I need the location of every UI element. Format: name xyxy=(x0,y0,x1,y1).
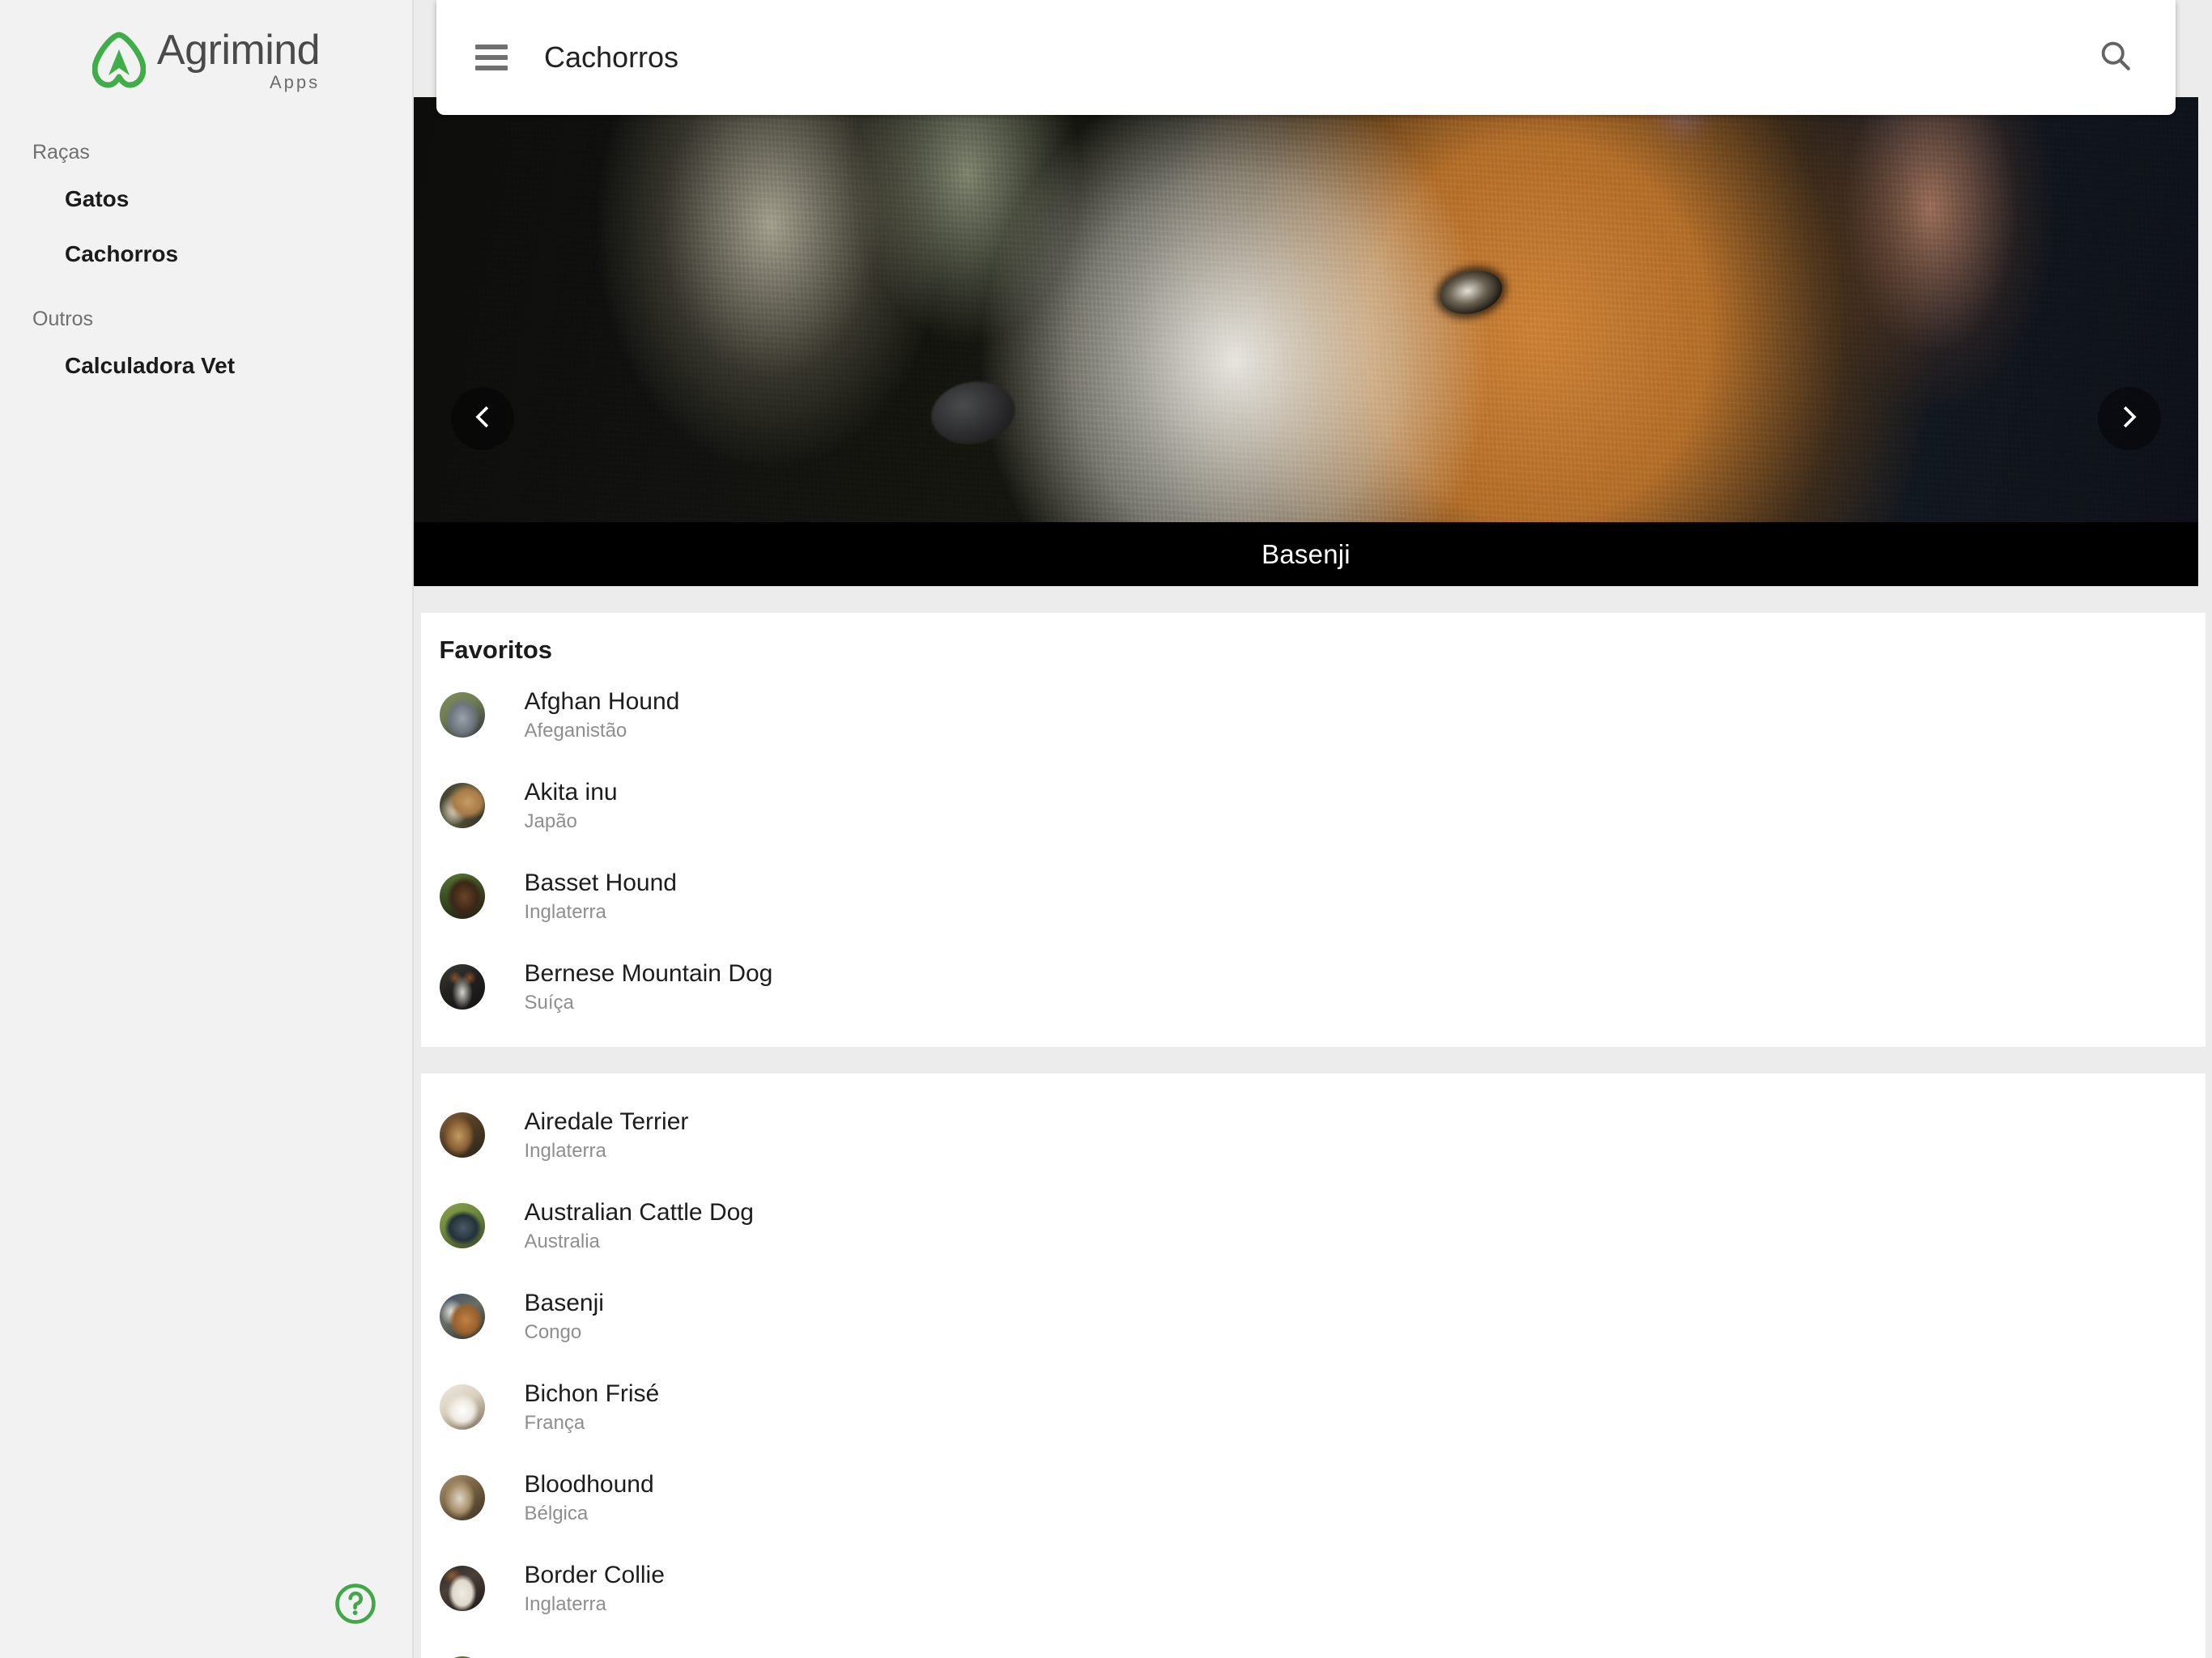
brand-subtitle: Apps xyxy=(269,71,321,92)
breed-scroll-area[interactable]: Favoritos Afghan Hound Afeganistão Akita… xyxy=(414,586,2212,1658)
app-root: Agrimind Apps Raças Gatos Cachorros Outr… xyxy=(0,0,2212,1658)
breed-name: Bernese Mountain Dog xyxy=(524,959,773,987)
table-row[interactable]: Border Collie Inglaterra xyxy=(421,1543,2206,1634)
sidebar: Agrimind Apps Raças Gatos Cachorros Outr… xyxy=(0,0,414,1658)
help-circle-icon[interactable] xyxy=(332,1580,379,1627)
breed-name: Akita inu xyxy=(524,778,618,806)
avatar xyxy=(439,1475,485,1520)
avatar xyxy=(439,692,485,738)
search-icon xyxy=(2097,37,2134,79)
nav-group-label-racas: Raças xyxy=(32,141,90,164)
table-row[interactable]: Basenji Congo xyxy=(421,1271,2206,1362)
carousel-next-button[interactable] xyxy=(2098,387,2161,450)
table-row[interactable]: Bichon Frisé França xyxy=(421,1362,2206,1452)
table-row[interactable]: Borzoi xyxy=(421,1634,2206,1658)
brand-logo[interactable]: Agrimind Apps xyxy=(0,0,412,91)
avatar xyxy=(439,1566,485,1611)
breed-origin: Inglaterra xyxy=(524,1140,606,1163)
avatar xyxy=(439,1384,485,1430)
avatar xyxy=(439,783,485,828)
table-row[interactable]: Airedale Terrier Inglaterra xyxy=(421,1090,2206,1180)
search-button[interactable] xyxy=(2091,33,2140,82)
sidebar-item-cachorros[interactable]: Cachorros xyxy=(0,227,412,282)
breed-origin: Inglaterra xyxy=(524,1593,606,1616)
app-top-bar: Cachorros xyxy=(436,0,2176,115)
table-row[interactable]: Afghan Hound Afeganistão xyxy=(421,670,2206,760)
breed-origin: Australia xyxy=(524,1231,600,1253)
chevron-left-icon xyxy=(469,403,496,435)
main-content: Basenji Cachorros Favoritos Afghan Hound… xyxy=(414,0,2212,1658)
favorites-card: Favoritos Afghan Hound Afeganistão Akita… xyxy=(420,613,2206,1047)
sidebar-nav: Raças Gatos Cachorros Outros Calculadora… xyxy=(0,133,412,393)
all-breeds-card: Airedale Terrier Inglaterra Australian C… xyxy=(420,1073,2206,1658)
agrimind-arrow-pin-icon xyxy=(91,32,146,88)
carousel-image-texture xyxy=(414,97,2198,522)
breed-origin: Suíça xyxy=(524,992,574,1014)
nav-group-label-outros: Outros xyxy=(32,308,94,330)
avatar xyxy=(439,1203,485,1248)
avatar xyxy=(439,1294,485,1339)
table-row[interactable]: Bernese Mountain Dog Suíça xyxy=(421,942,2206,1032)
breed-name: Border Collie xyxy=(524,1561,665,1588)
breed-name: Bichon Frisé xyxy=(524,1380,660,1407)
sidebar-item-calculadora-vet[interactable]: Calculadora Vet xyxy=(0,338,412,393)
avatar xyxy=(439,874,485,919)
breed-origin: Bélgica xyxy=(524,1503,589,1525)
breed-origin: Congo xyxy=(524,1321,582,1344)
breed-origin: Inglaterra xyxy=(524,901,606,924)
breed-origin: França xyxy=(524,1412,585,1435)
table-row[interactable]: Basset Hound Inglaterra xyxy=(421,851,2206,942)
breed-name: Bloodhound xyxy=(524,1470,654,1498)
carousel-caption: Basenji xyxy=(414,522,2198,586)
table-row[interactable]: Australian Cattle Dog Australia xyxy=(421,1180,2206,1271)
hamburger-menu-icon[interactable] xyxy=(475,45,508,70)
hamburger-bar xyxy=(475,45,508,49)
breed-name: Australian Cattle Dog xyxy=(524,1198,754,1226)
breed-name: Afghan Hound xyxy=(524,687,680,715)
breed-origin: Japão xyxy=(524,810,577,833)
hamburger-bar xyxy=(475,55,508,60)
sidebar-item-gatos[interactable]: Gatos xyxy=(0,172,412,227)
brand-name: Agrimind xyxy=(156,26,321,74)
avatar xyxy=(439,1112,485,1158)
table-row[interactable]: Bloodhound Bélgica xyxy=(421,1452,2206,1543)
hamburger-bar xyxy=(475,66,508,70)
carousel-prev-button[interactable] xyxy=(451,387,514,450)
breed-origin: Afeganistão xyxy=(524,720,627,742)
carousel-image xyxy=(414,97,2198,522)
avatar xyxy=(439,964,485,1010)
table-row[interactable]: Akita inu Japão xyxy=(421,760,2206,851)
breed-carousel[interactable]: Basenji xyxy=(414,97,2198,586)
breed-name: Basset Hound xyxy=(524,869,677,896)
page-title: Cachorros xyxy=(544,40,679,74)
chevron-right-icon xyxy=(2116,403,2143,435)
breed-name: Basenji xyxy=(524,1289,604,1316)
favorites-title: Favoritos xyxy=(439,636,553,664)
breed-name: Airedale Terrier xyxy=(524,1107,689,1135)
